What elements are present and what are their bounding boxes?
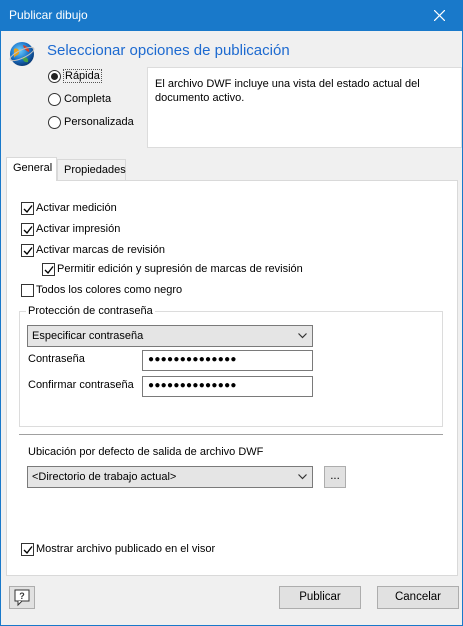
- confirm-password-field[interactable]: ●●●●●●●●●●●●●●: [142, 376, 313, 397]
- checkbox-label: Activar marcas de revisión: [36, 244, 165, 256]
- radio-label: Completa: [64, 93, 112, 105]
- checkbox-box[interactable]: [21, 543, 34, 556]
- window-title: Publicar dibujo: [9, 8, 88, 22]
- description-box: El archivo DWF incluye una vista del est…: [147, 67, 462, 148]
- chevron-down-icon: [298, 333, 307, 339]
- checkbox-label: Activar medición: [36, 202, 117, 214]
- password-label: Contraseña: [28, 353, 85, 365]
- confirm-password-label: Confirmar contraseña: [28, 379, 134, 391]
- checkbox-todos-negro[interactable]: Todos los colores como negro: [21, 284, 191, 299]
- password-value: ●●●●●●●●●●●●●●: [148, 354, 237, 365]
- check-icon: [23, 226, 33, 235]
- checkbox-label: Todos los colores como negro: [36, 284, 183, 296]
- select-value: <Directorio de trabajo actual>: [32, 471, 177, 483]
- checkbox-box[interactable]: [21, 284, 34, 297]
- password-mode-select[interactable]: Especificar contraseña: [27, 325, 313, 347]
- checkbox-box[interactable]: [42, 263, 55, 276]
- radio-rapida[interactable]: Rápida: [48, 69, 143, 85]
- password-field[interactable]: ●●●●●●●●●●●●●●: [142, 350, 313, 371]
- checkbox-label: Permitir edición y supresión de marcas d…: [57, 263, 303, 275]
- description-text: El archivo DWF incluye una vista del est…: [155, 78, 420, 104]
- checkbox-activar-medicion[interactable]: Activar medición: [21, 202, 161, 217]
- cancel-button[interactable]: Cancelar: [377, 586, 459, 609]
- password-group-title: Protección de contraseña: [26, 305, 155, 317]
- tab-propiedades[interactable]: Propiedades: [57, 159, 126, 181]
- radio-indicator[interactable]: [48, 70, 61, 83]
- select-value: Especificar contraseña: [32, 330, 144, 342]
- radio-personalizada[interactable]: Personalizada: [48, 115, 143, 131]
- radio-completa[interactable]: Completa: [48, 92, 143, 108]
- checkbox-box[interactable]: [21, 244, 34, 257]
- output-location-select[interactable]: <Directorio de trabajo actual>: [27, 466, 313, 488]
- browse-button[interactable]: ...: [324, 466, 346, 488]
- page-heading: Seleccionar opciones de publicación: [47, 42, 290, 59]
- checkbox-label: Activar impresión: [36, 223, 121, 235]
- checkbox-permitir-edicion[interactable]: Permitir edición y supresión de marcas d…: [42, 263, 312, 278]
- radio-label: Personalizada: [64, 116, 134, 128]
- confirm-password-value: ●●●●●●●●●●●●●●: [148, 380, 237, 391]
- checkbox-mostrar-visor[interactable]: Mostrar archivo publicado en el visor: [21, 543, 221, 558]
- divider: [19, 434, 443, 435]
- close-button[interactable]: [417, 0, 463, 31]
- tab-label: Propiedades: [64, 164, 126, 176]
- globe-icon: [8, 40, 36, 68]
- radio-label: Rápida: [63, 69, 102, 83]
- close-icon: [434, 10, 445, 21]
- checkbox-activar-marcas[interactable]: Activar marcas de revisión: [21, 244, 191, 259]
- checkbox-activar-impresion[interactable]: Activar impresión: [21, 223, 161, 238]
- svg-text:?: ?: [19, 591, 25, 601]
- tab-label: General: [13, 162, 53, 174]
- help-icon: ?: [14, 589, 30, 607]
- checkbox-box[interactable]: [21, 202, 34, 215]
- output-location-label: Ubicación por defecto de salida de archi…: [28, 446, 264, 458]
- tab-general[interactable]: General: [6, 157, 57, 181]
- chevron-down-icon: [298, 474, 307, 480]
- publish-button[interactable]: Publicar: [279, 586, 361, 609]
- checkbox-label: Mostrar archivo publicado en el visor: [36, 543, 216, 555]
- checkbox-box[interactable]: [21, 223, 34, 236]
- check-icon: [23, 247, 33, 256]
- help-button[interactable]: ?: [9, 586, 35, 609]
- check-icon: [23, 205, 33, 214]
- title-bar: Publicar dibujo: [0, 0, 463, 31]
- radio-indicator[interactable]: [48, 93, 61, 106]
- check-icon: [44, 266, 54, 275]
- radio-indicator[interactable]: [48, 116, 61, 129]
- check-icon: [23, 546, 33, 555]
